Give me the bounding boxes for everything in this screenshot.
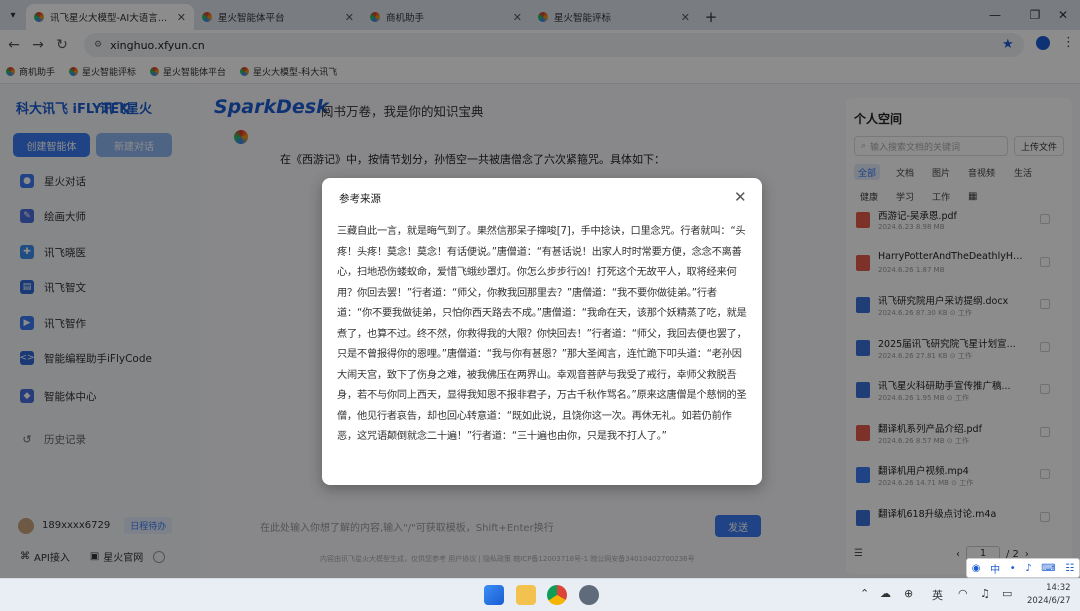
ime-toolbar[interactable]: ◉ 中 • ♪ ⌨ ☷ xyxy=(966,558,1080,578)
settings-gear-icon[interactable] xyxy=(579,585,599,605)
file-explorer-icon[interactable] xyxy=(516,585,536,605)
dialog-title: 参考来源 xyxy=(339,193,381,205)
ime-mic-icon[interactable]: ♪ xyxy=(1025,563,1031,574)
tray-network-icon[interactable]: ⊕ xyxy=(904,587,913,600)
taskbar: ⌃ ☁ ⊕ 英 ◠ ♫ ▭ 14:32 2024/6/27 xyxy=(0,578,1080,611)
reference-source-dialog: 参考来源 ✕ 三藏自此一言，就是晦气到了。果然信那呆子撺唆[7]，手中捻诀，口里… xyxy=(322,178,762,485)
dialog-body-text: 三藏自此一言，就是晦气到了。果然信那呆子撺唆[7]，手中捻诀，口里念咒。行者就叫… xyxy=(337,226,747,442)
tray-lang-icon[interactable]: 英 xyxy=(932,587,943,603)
close-icon[interactable]: ✕ xyxy=(734,188,747,206)
tray-cloud-icon[interactable]: ☁ xyxy=(880,587,891,600)
tray-chevron-icon[interactable]: ⌃ xyxy=(860,587,869,600)
ime-logo-icon[interactable]: ◉ xyxy=(972,563,981,574)
system-clock[interactable]: 14:32 2024/6/27 xyxy=(1027,582,1071,608)
ime-keyboard-icon[interactable]: ⌨ xyxy=(1041,563,1055,574)
tray-wifi-icon[interactable]: ◠ xyxy=(958,587,968,600)
ime-language[interactable]: 中 xyxy=(990,561,1000,576)
ime-settings-icon[interactable]: ☷ xyxy=(1065,563,1074,574)
chrome-icon[interactable] xyxy=(547,585,567,605)
tray-volume-icon[interactable]: ♫ xyxy=(980,587,990,600)
ime-punct-icon[interactable]: • xyxy=(1010,563,1016,574)
tray-battery-icon[interactable]: ▭ xyxy=(1002,587,1012,600)
windows-start-icon[interactable] xyxy=(484,585,504,605)
